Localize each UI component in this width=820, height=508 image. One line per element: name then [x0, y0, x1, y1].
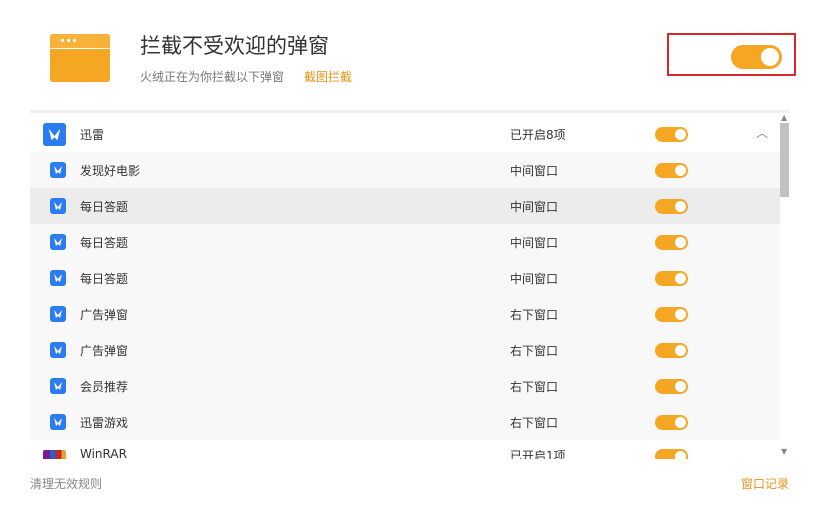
rule-toggle[interactable]: [655, 307, 688, 322]
rule-item[interactable]: 广告弹窗 右下窗口: [30, 332, 780, 368]
rule-item[interactable]: 会员推荐 右下窗口: [30, 368, 780, 404]
rule-position: 右下窗口: [510, 308, 559, 322]
rule-item[interactable]: 迅雷游戏 右下窗口: [30, 404, 780, 440]
rule-toggle[interactable]: [655, 127, 688, 142]
rule-list: 迅雷 已开启8项 ︿ 发现好电影 中间窗口 每日答题 中间窗口 每日答题 中间窗…: [30, 110, 790, 459]
screenshot-block-link[interactable]: 截图拦截: [304, 68, 352, 85]
header: 拦截不受欢迎的弹窗 火绒正在为你拦截以下弹窗 截图拦截: [0, 0, 820, 110]
scrollbar[interactable]: ▲ ▼: [780, 113, 790, 459]
xunlei-icon: [50, 378, 66, 394]
rule-item[interactable]: 每日答题 中间窗口: [30, 188, 780, 224]
rule-position: 右下窗口: [510, 380, 559, 394]
xunlei-icon: [50, 414, 66, 430]
chevron-up-icon[interactable]: ︿: [756, 124, 768, 141]
rule-position: 右下窗口: [510, 344, 559, 358]
scroll-thumb[interactable]: [780, 123, 789, 197]
window-log-link[interactable]: 窗口记录: [741, 475, 789, 492]
rule-name: 广告弹窗: [80, 344, 129, 358]
rule-item[interactable]: 发现好电影 中间窗口: [30, 152, 780, 188]
rule-name: 发现好电影: [80, 164, 141, 178]
rule-name: 每日答题: [80, 200, 129, 214]
rule-item[interactable]: 每日答题 中间窗口: [30, 260, 780, 296]
xunlei-icon: [50, 234, 66, 250]
xunlei-icon: [50, 342, 66, 358]
rule-position: 右下窗口: [510, 416, 559, 430]
rule-name: 会员推荐: [80, 380, 129, 394]
rule-group-xunlei[interactable]: 迅雷 已开启8项 ︿: [30, 116, 780, 152]
xunlei-icon: [50, 270, 66, 286]
rule-item[interactable]: 广告弹窗 右下窗口: [30, 296, 780, 332]
master-toggle-box: [667, 33, 796, 76]
xunlei-icon: [50, 198, 66, 214]
rule-name: 广告弹窗: [80, 308, 129, 322]
xunlei-icon: [43, 123, 66, 146]
rule-name: 每日答题: [80, 236, 129, 250]
master-toggle[interactable]: [731, 45, 782, 69]
popup-window-icon: [50, 34, 110, 82]
clear-invalid-rules-link[interactable]: 清理无效规则: [30, 475, 102, 492]
page-subtitle: 火绒正在为你拦截以下弹窗: [140, 70, 285, 84]
rule-name: WinRAR: [80, 447, 127, 459]
rule-toggle[interactable]: [655, 449, 688, 459]
rule-toggle[interactable]: [655, 343, 688, 358]
rule-name: 迅雷: [80, 128, 105, 142]
page-title: 拦截不受欢迎的弹窗: [140, 34, 329, 58]
rule-toggle[interactable]: [655, 271, 688, 286]
rule-group-winrar[interactable]: WinRAR 已开启1项: [30, 447, 780, 459]
rule-position: 中间窗口: [510, 200, 559, 214]
rule-status: 已开启1项: [510, 449, 566, 459]
winrar-icon: [43, 450, 66, 459]
rule-toggle[interactable]: [655, 199, 688, 214]
rule-name: 迅雷游戏: [80, 416, 129, 430]
rule-toggle[interactable]: [655, 163, 688, 178]
rule-toggle[interactable]: [655, 235, 688, 250]
rule-position: 中间窗口: [510, 272, 559, 286]
rule-item[interactable]: 每日答题 中间窗口: [30, 224, 780, 260]
scroll-up-icon[interactable]: ▲: [781, 113, 787, 122]
rule-toggle[interactable]: [655, 415, 688, 430]
rule-position: 中间窗口: [510, 236, 559, 250]
scroll-down-icon[interactable]: ▼: [781, 447, 787, 456]
rule-toggle[interactable]: [655, 379, 688, 394]
xunlei-icon: [50, 306, 66, 322]
rule-position: 中间窗口: [510, 164, 559, 178]
rule-name: 每日答题: [80, 272, 129, 286]
xunlei-icon: [50, 162, 66, 178]
rule-status: 已开启8项: [510, 128, 566, 142]
